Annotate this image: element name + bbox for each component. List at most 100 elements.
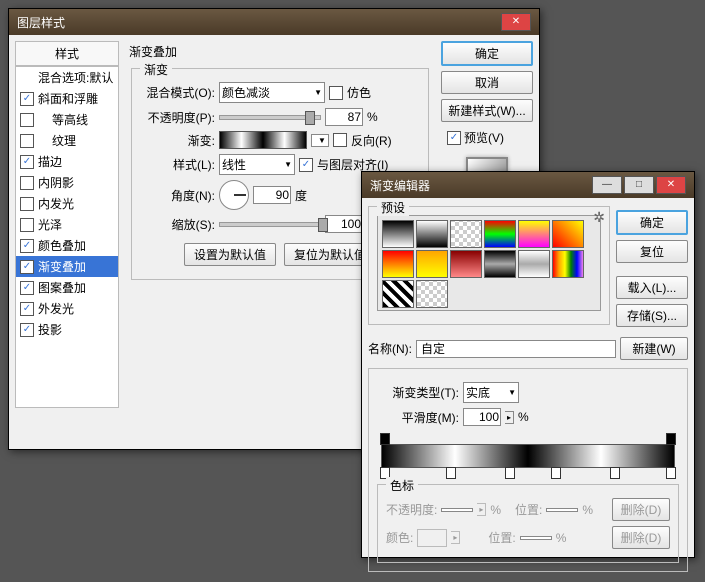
stop-color-label: 颜色: — [386, 529, 413, 546]
style-checkbox[interactable]: ✓ — [20, 302, 34, 316]
style-item[interactable]: 光泽 — [16, 214, 118, 235]
style-label: 内阴影 — [38, 174, 74, 191]
style-item[interactable]: 纹理 — [16, 130, 118, 151]
style-checkbox[interactable]: ✓ — [20, 239, 34, 253]
preview-checkbox[interactable]: ✓ — [447, 131, 461, 145]
preset-swatch[interactable] — [382, 280, 414, 308]
gradient-label: 渐变: — [140, 132, 215, 149]
maximize-icon[interactable]: □ — [624, 176, 654, 194]
close-icon[interactable]: ✕ — [656, 176, 686, 194]
style-item[interactable]: ✓投影 — [16, 319, 118, 340]
styles-panel: 样式 混合选项:默认 ✓斜面和浮雕等高线纹理 ✓ 描边内阴影内发光光泽✓颜色叠加✓渐… — [15, 41, 119, 408]
style-checkbox[interactable] — [20, 134, 34, 148]
style-item[interactable]: ✓ 外发光 — [16, 298, 118, 319]
gradient-picker[interactable] — [219, 131, 307, 149]
preset-swatch[interactable] — [416, 250, 448, 278]
dither-checkbox[interactable] — [329, 86, 343, 100]
style-checkbox[interactable]: ✓ — [20, 92, 34, 106]
delete-color-stop-button: 删除(D) — [612, 526, 670, 549]
angle-value[interactable]: 90 — [253, 186, 291, 204]
chevron-down-icon[interactable]: ▸ — [505, 411, 514, 424]
scale-value[interactable]: 100 — [325, 215, 363, 233]
gradient-type-label: 渐变类型(T): — [377, 384, 459, 401]
preset-swatch[interactable] — [552, 220, 584, 248]
color-stop[interactable] — [505, 467, 515, 479]
style-item[interactable]: ✓颜色叠加 — [16, 235, 118, 256]
style-label: 纹理 — [52, 132, 76, 149]
titlebar[interactable]: 图层样式 ✕ — [9, 9, 539, 35]
stop-position-value — [546, 508, 578, 512]
name-label: 名称(N): — [368, 340, 412, 357]
stop-opacity-value — [441, 508, 473, 512]
opacity-stop[interactable] — [380, 433, 390, 445]
ok-button[interactable]: 确定 — [616, 210, 688, 235]
style-item[interactable]: ✓斜面和浮雕 — [16, 88, 118, 109]
preset-swatch[interactable] — [484, 250, 516, 278]
preset-swatch[interactable] — [484, 220, 516, 248]
style-label: 外发光 — [38, 300, 74, 317]
reverse-checkbox[interactable] — [333, 133, 347, 147]
style-checkbox[interactable] — [20, 176, 34, 190]
minimize-icon[interactable]: — — [592, 176, 622, 194]
gradient-dropdown[interactable]: ▼ — [311, 134, 329, 147]
style-label: 等高线 — [52, 111, 88, 128]
style-item[interactable]: 等高线 — [16, 109, 118, 130]
new-style-button[interactable]: 新建样式(W)... — [441, 99, 533, 122]
style-checkbox[interactable]: ✓ — [20, 323, 34, 337]
style-label: 描边 — [38, 153, 62, 170]
scale-slider[interactable] — [219, 222, 321, 227]
preset-swatch[interactable] — [552, 250, 584, 278]
preset-swatch[interactable] — [518, 250, 550, 278]
style-item[interactable]: ✓ 描边 — [16, 151, 118, 172]
style-combo[interactable]: 线性▼ — [219, 154, 295, 175]
style-checkbox[interactable] — [20, 218, 34, 232]
color-stop[interactable] — [551, 467, 561, 479]
set-default-button[interactable]: 设置为默认值 — [184, 243, 276, 266]
stop-color-swatch — [417, 529, 447, 547]
preset-swatch[interactable] — [382, 250, 414, 278]
preset-swatch[interactable] — [450, 250, 482, 278]
blend-mode-combo[interactable]: 颜色减淡▼ — [219, 82, 325, 103]
cancel-button[interactable]: 取消 — [441, 71, 533, 94]
close-icon[interactable]: ✕ — [501, 13, 531, 31]
style-checkbox[interactable]: ✓ — [20, 281, 34, 295]
style-item[interactable]: ✓图案叠加 — [16, 277, 118, 298]
color-stop[interactable] — [666, 467, 676, 479]
preset-swatch[interactable] — [416, 220, 448, 248]
opacity-value[interactable]: 87 — [325, 108, 363, 126]
new-button[interactable]: 新建(W) — [620, 337, 688, 360]
preset-swatch[interactable] — [518, 220, 550, 248]
gear-icon[interactable]: ✲ — [593, 209, 605, 226]
align-checkbox[interactable]: ✓ — [299, 158, 313, 172]
opacity-label: 不透明度(P): — [140, 109, 215, 126]
opacity-slider[interactable] — [219, 115, 321, 120]
angle-dial[interactable] — [219, 180, 249, 210]
style-item[interactable]: 内阴影 — [16, 172, 118, 193]
stop-position-label: 位置: — [515, 501, 542, 518]
smoothness-value[interactable]: 100 — [463, 408, 501, 426]
style-item[interactable]: 内发光 — [16, 193, 118, 214]
style-checkbox[interactable]: ✓ — [20, 260, 34, 274]
style-checkbox[interactable] — [20, 197, 34, 211]
style-label: 内发光 — [38, 195, 74, 212]
gradient-bar[interactable] — [381, 444, 675, 468]
style-item[interactable]: ✓渐变叠加 — [16, 256, 118, 277]
style-checkbox[interactable] — [20, 113, 34, 127]
gradient-type-combo[interactable]: 实底▼ — [463, 382, 519, 403]
save-button[interactable]: 存储(S)... — [616, 304, 688, 327]
preset-swatch[interactable] — [450, 220, 482, 248]
preset-swatches[interactable] — [377, 215, 601, 311]
reset-button[interactable]: 复位 — [616, 240, 688, 263]
style-checkbox[interactable]: ✓ — [20, 155, 34, 169]
load-button[interactable]: 载入(L)... — [616, 276, 688, 299]
blend-options-row[interactable]: 混合选项:默认 — [16, 67, 118, 88]
opacity-stop[interactable] — [666, 433, 676, 445]
ok-button[interactable]: 确定 — [441, 41, 533, 66]
preset-swatch[interactable] — [382, 220, 414, 248]
titlebar[interactable]: 渐变编辑器 — □ ✕ — [362, 172, 694, 198]
color-stop[interactable] — [446, 467, 456, 479]
name-input[interactable] — [416, 340, 616, 358]
preset-swatch[interactable] — [416, 280, 448, 308]
styles-header: 样式 — [15, 41, 119, 66]
color-stop[interactable] — [610, 467, 620, 479]
